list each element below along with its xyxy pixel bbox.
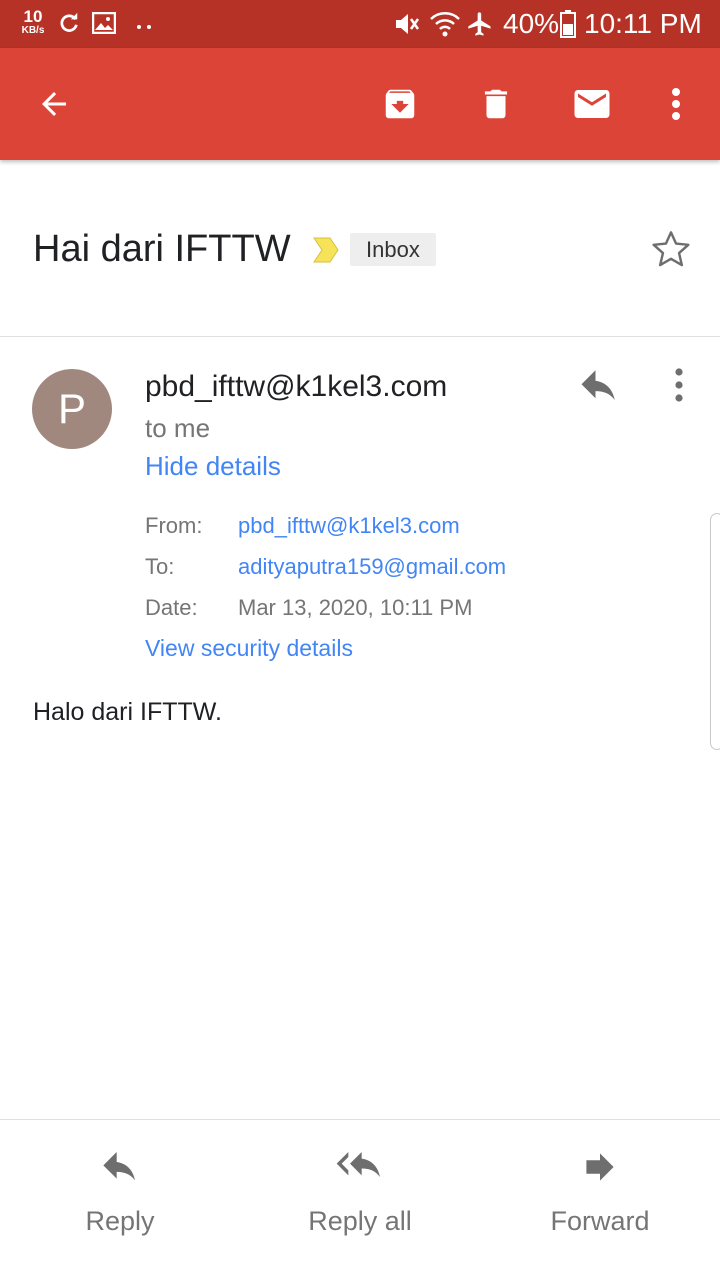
star-icon[interactable] xyxy=(650,228,692,275)
archive-icon xyxy=(381,85,419,128)
delete-button[interactable] xyxy=(468,78,524,134)
forward-button[interactable]: Forward xyxy=(500,1150,700,1237)
bottom-action-bar: Reply Reply all Forward xyxy=(0,1119,720,1280)
mark-unread-button[interactable] xyxy=(564,78,620,134)
airplane-mode-icon xyxy=(466,10,494,43)
clock: 10:11 PM xyxy=(584,8,702,39)
recipient-summary: to me xyxy=(145,413,211,443)
network-speed: 10 KB/s xyxy=(18,8,48,36)
date-value: Mar 13, 2020, 10:11 PM xyxy=(238,595,473,620)
battery-percent: 40% xyxy=(503,8,560,39)
more-notifications-icon xyxy=(136,18,154,36)
forward-label: Forward xyxy=(550,1206,650,1236)
mark-unread-icon xyxy=(571,83,613,130)
app-bar xyxy=(0,48,720,160)
reply-all-button[interactable]: Reply all xyxy=(260,1150,460,1237)
message-more-vert-icon[interactable] xyxy=(664,366,694,409)
from-value[interactable]: pbd_ifttw@k1kel3.com xyxy=(238,513,460,539)
gallery-icon xyxy=(91,11,117,39)
importance-marker-icon[interactable] xyxy=(312,236,340,269)
archive-button[interactable] xyxy=(372,78,428,134)
email-body: Halo dari IFTTW. xyxy=(33,698,222,726)
reply-all-icon xyxy=(260,1150,460,1190)
hide-details-link[interactable]: Hide details xyxy=(145,451,281,482)
sender-address: pbd_ifttw@k1kel3.com xyxy=(145,370,448,403)
reply-icon[interactable] xyxy=(578,368,620,409)
wifi-icon xyxy=(429,10,461,43)
network-speed-unit: KB/s xyxy=(21,25,45,36)
delete-icon xyxy=(477,85,515,128)
more-vert-icon xyxy=(670,86,682,127)
from-label: From: xyxy=(145,513,203,538)
status-bar: 10 KB/s 40% 10:11 PM xyxy=(0,0,720,48)
to-label: To: xyxy=(145,554,175,579)
to-value[interactable]: adityaputra159@gmail.com xyxy=(238,554,506,580)
sender-avatar[interactable]: P xyxy=(32,369,112,449)
scroll-handle[interactable] xyxy=(710,513,720,750)
reply-all-label: Reply all xyxy=(308,1206,412,1236)
sync-icon xyxy=(58,12,80,39)
back-button[interactable] xyxy=(26,78,82,134)
battery-icon xyxy=(560,10,576,43)
network-speed-value: 10 xyxy=(23,7,43,26)
email-subject: Hai dari IFTTW xyxy=(33,228,291,270)
mute-icon xyxy=(393,10,421,43)
view-security-details-link[interactable]: View security details xyxy=(145,635,353,662)
date-label: Date: xyxy=(145,595,198,620)
forward-icon xyxy=(500,1150,700,1190)
back-arrow-icon xyxy=(36,86,72,127)
inbox-label-chip[interactable]: Inbox xyxy=(350,233,436,266)
reply-label: Reply xyxy=(85,1206,155,1236)
reply-button[interactable]: Reply xyxy=(20,1150,220,1237)
more-options-button[interactable] xyxy=(650,78,702,134)
reply-action-icon xyxy=(20,1150,220,1190)
